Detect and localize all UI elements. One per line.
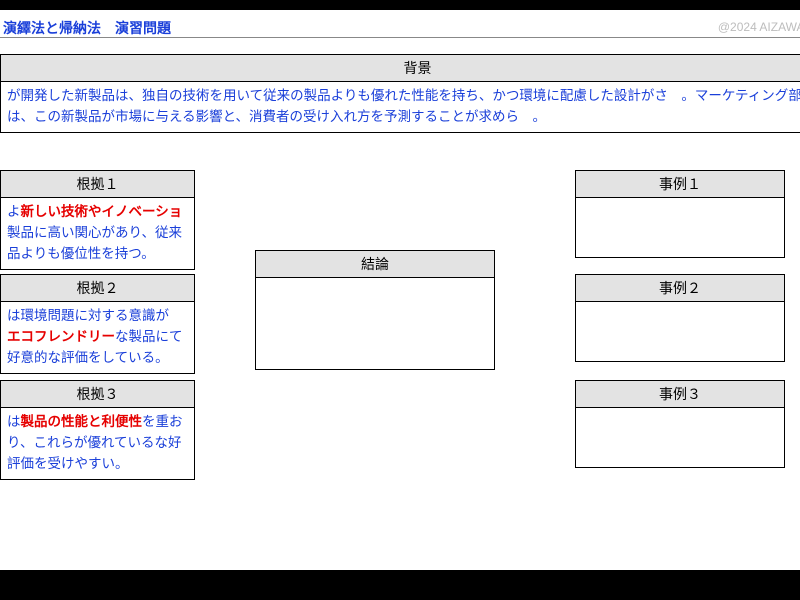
konkyo-2-strong: エコフレンドリー	[7, 329, 115, 344]
konkyo-label-2: 根拠２	[1, 275, 194, 302]
konkyo-box-3: 根拠３ は製品の性能と利便性を重おり、これらが優れているな好評価を受けやすい。	[0, 380, 195, 480]
konkyo-text-1: よ新しい技術やイノベーショ製品に高い関心があり、従来品よりも優位性を持つ。	[1, 198, 194, 269]
conclusion-text	[256, 278, 494, 286]
copyright-text: @2024 AIZAWA FP O	[718, 20, 800, 34]
konkyo-label-3: 根拠３	[1, 381, 194, 408]
konkyo-box-1: 根拠１ よ新しい技術やイノベーショ製品に高い関心があり、従来品よりも優位性を持つ…	[0, 170, 195, 270]
jirei-box-2: 事例２	[575, 274, 785, 362]
konkyo-2-pre: は環境問題に対する意識が	[7, 308, 169, 323]
background-label: 背景	[1, 55, 800, 82]
conclusion-label: 結論	[256, 251, 494, 278]
konkyo-text-3: は製品の性能と利便性を重おり、これらが優れているな好評価を受けやすい。	[1, 408, 194, 479]
jirei-text-3	[576, 408, 784, 416]
jirei-text-1	[576, 198, 784, 206]
background-text: が開発した新製品は、独自の技術を用いて従来の製品よりも優れた性能を持ち、かつ環境…	[1, 82, 800, 132]
konkyo-1-strong: 新しい技術やイノベーショ	[21, 204, 183, 219]
jirei-box-1: 事例１	[575, 170, 785, 258]
konkyo-label-1: 根拠１	[1, 171, 194, 198]
jirei-label-2: 事例２	[576, 275, 784, 302]
page-title: 演繹法と帰納法 演習問題	[3, 18, 171, 38]
jirei-box-3: 事例３	[575, 380, 785, 468]
konkyo-3-pre: は	[7, 414, 21, 429]
header-bar: 演繹法と帰納法 演習問題 @2024 AIZAWA FP O	[0, 16, 800, 38]
jirei-text-2	[576, 302, 784, 310]
jirei-label-1: 事例１	[576, 171, 784, 198]
konkyo-1-post: 製品に高い関心があり、従来品よりも優位性を持つ。	[7, 225, 182, 261]
conclusion-box: 結論	[255, 250, 495, 370]
jirei-label-3: 事例３	[576, 381, 784, 408]
background-box: 背景 が開発した新製品は、独自の技術を用いて従来の製品よりも優れた性能を持ち、か…	[0, 54, 800, 133]
slide-page: 演繹法と帰納法 演習問題 @2024 AIZAWA FP O 背景 が開発した新…	[0, 10, 800, 570]
konkyo-1-pre: よ	[7, 204, 21, 219]
konkyo-text-2: は環境問題に対する意識がエコフレンドリーな製品にて好意的な評価をしている。	[1, 302, 194, 373]
konkyo-3-strong: 製品の性能と利便性	[21, 414, 143, 429]
konkyo-box-2: 根拠２ は環境問題に対する意識がエコフレンドリーな製品にて好意的な評価をしている…	[0, 274, 195, 374]
